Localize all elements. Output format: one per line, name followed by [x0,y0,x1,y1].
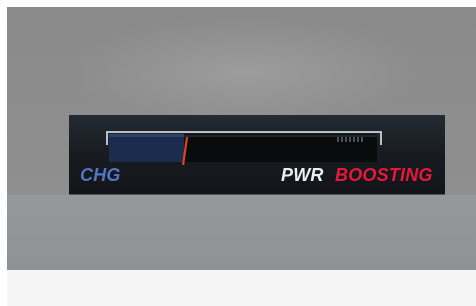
charge-label: CHG [80,165,121,185]
scene-background: CHG PWR BOOSTING [7,7,476,270]
power-label: PWR [281,165,324,185]
background-glow [67,17,427,127]
viewport: CHG PWR BOOSTING [7,7,476,306]
gauge-tick [345,137,347,142]
bottom-strip [7,270,476,306]
charge-gauge [106,131,382,165]
gauge-tick [349,137,351,142]
boost-hud-panel: CHG PWR BOOSTING [69,115,445,194]
charge-fill [109,134,185,162]
gauge-tick [337,137,339,142]
background-lower-band [7,195,476,270]
gauge-tick [341,137,343,142]
gauge-tick [357,137,359,142]
boosting-status: BOOSTING [335,165,433,185]
gauge-tick [353,137,355,142]
gauge-tick [361,137,363,142]
